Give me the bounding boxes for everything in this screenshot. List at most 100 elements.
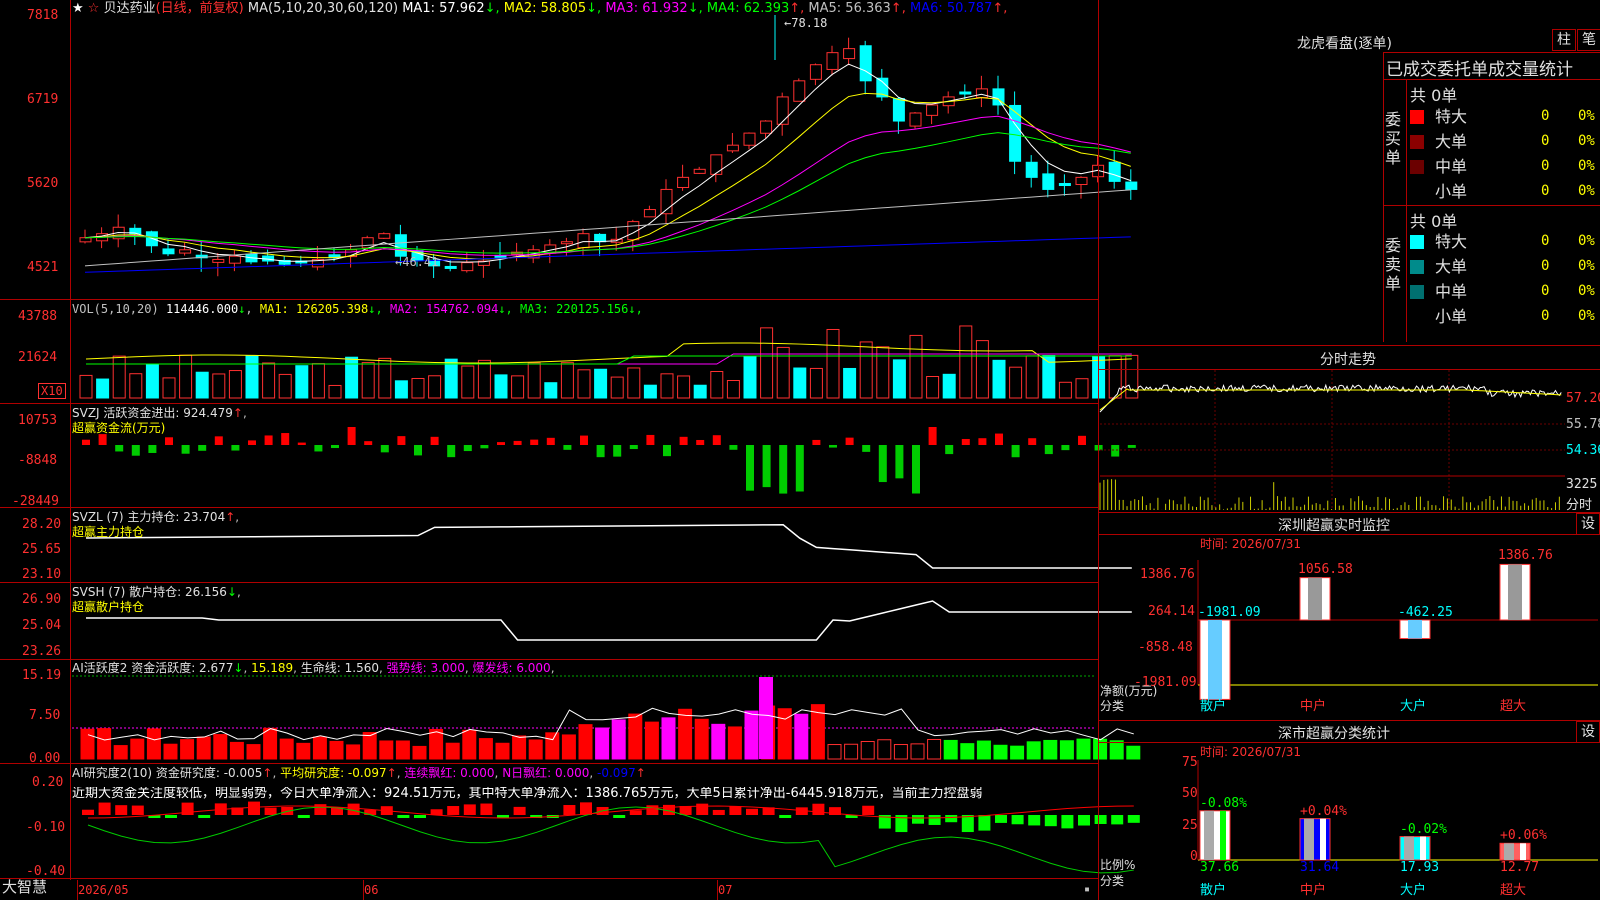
star-icon[interactable]: ★ xyxy=(72,1,84,16)
monitor-bar-shade xyxy=(1508,564,1522,620)
ai2-bar xyxy=(480,803,493,815)
ai1-bar xyxy=(1043,739,1058,760)
ai2-y-tick-2: -0.40 xyxy=(26,864,66,879)
ai1-bar xyxy=(229,741,244,760)
candle-body xyxy=(959,91,972,95)
svzj-bar xyxy=(1028,438,1037,445)
ai1-bar xyxy=(1126,745,1141,760)
left-border xyxy=(70,0,71,880)
svsh-sub: 超赢散户持仓 xyxy=(72,600,145,614)
ai1-bar xyxy=(495,742,510,760)
chart-canvas xyxy=(72,15,1598,874)
lock-icon[interactable]: ▪ xyxy=(1084,884,1090,895)
monitor-value-1: 1056.58 xyxy=(1298,561,1353,577)
svzj-bar xyxy=(580,435,588,445)
ai1-bar xyxy=(1010,745,1025,760)
order-swatch-2 xyxy=(1410,160,1424,174)
intraday-title: 分时走势 xyxy=(1320,352,1376,368)
ai2-bar xyxy=(463,804,476,815)
svzj-bar xyxy=(1061,445,1070,451)
candle-body xyxy=(909,112,922,127)
price-y-tick-2: 5620 xyxy=(27,176,59,191)
ai2-bar xyxy=(563,805,576,815)
vol-ma-3: MA3: 220125.156 xyxy=(520,302,629,316)
vol-ma3-line xyxy=(86,355,1132,365)
ai2-bar xyxy=(928,815,941,825)
volume-bar xyxy=(693,384,707,399)
svzj-y-tick-0: 10753 xyxy=(18,413,58,428)
volume-bar xyxy=(494,374,508,399)
volume-bar xyxy=(560,362,574,399)
candle-body xyxy=(975,88,988,98)
volume-bar xyxy=(892,359,906,399)
vertical-divider xyxy=(1098,0,1099,900)
divider-price-vol xyxy=(0,299,1098,300)
divider-svsh-ai1 xyxy=(0,659,1098,660)
svzj-bar xyxy=(978,438,987,445)
monitor-axis-label2: 分类 xyxy=(1100,699,1125,713)
ai2-header: AI研究度2(10) 资金研究度: -0.005↑, 平均研究度: -0.097… xyxy=(72,766,646,780)
ai1-bar xyxy=(976,740,991,760)
order-type-3: 小单 xyxy=(1435,307,1468,326)
svzj-bar xyxy=(878,445,887,483)
vol-y-tick-0: 43788 xyxy=(18,309,58,324)
xaxis-tick-1 xyxy=(363,880,364,900)
volume-bar xyxy=(594,368,608,399)
ai2-bar xyxy=(696,803,709,815)
candle-body xyxy=(560,241,573,245)
class-bar-accent xyxy=(1320,818,1326,860)
ai1-line xyxy=(87,707,1134,741)
class-y-1: 50 xyxy=(1182,786,1198,801)
svsh-header: SVSH (7) 散户持仓: 26.156↓, xyxy=(72,585,241,599)
ai2-bar xyxy=(1011,815,1024,825)
svzj-y-tick-1: -8848 xyxy=(18,453,58,468)
ai2-bar xyxy=(165,815,177,818)
vol-y-tick-1: 21624 xyxy=(18,350,58,365)
intraday-title-line xyxy=(1099,369,1600,370)
volume-bar xyxy=(411,377,425,399)
order-swatch-3 xyxy=(1410,310,1424,324)
candle-body xyxy=(577,233,590,249)
svzj-bar xyxy=(812,439,821,445)
ai1-bar xyxy=(1109,740,1124,760)
monitor-settings-button[interactable]: 设 xyxy=(1576,513,1600,535)
svsh-y-tick-1: 25.04 xyxy=(22,618,62,633)
ai1-bar xyxy=(794,713,809,760)
bar-mode-button[interactable]: 柱 xyxy=(1552,29,1576,51)
order-pct-3: 0% xyxy=(1578,183,1595,199)
ma10-line xyxy=(84,92,1131,260)
svzj-bar xyxy=(347,427,356,445)
ai2-bar xyxy=(862,805,875,815)
price-y-tick-1: 6719 xyxy=(27,92,59,107)
candle-body xyxy=(1075,176,1088,186)
svzj-bar xyxy=(513,440,522,445)
candle-body xyxy=(793,80,806,102)
order-qty-3: 0 xyxy=(1541,183,1550,199)
svzj-bar xyxy=(762,445,771,488)
buy-total: 共 0单 xyxy=(1410,86,1458,105)
pin-icon[interactable]: ☆ xyxy=(88,1,100,16)
monitor-time: 时间: 2026/07/31 xyxy=(1200,537,1302,551)
class-bar-accent xyxy=(1520,843,1526,860)
intraday-avg-line xyxy=(1099,388,1562,411)
class-cat-1: 中户 xyxy=(1300,883,1327,898)
volume-bar xyxy=(79,374,93,399)
class-bar-accent xyxy=(1420,836,1426,860)
svzj-bar xyxy=(115,445,124,452)
price-y-tick-0: 7818 xyxy=(27,8,59,23)
class-time: 时间: 2026/07/31 xyxy=(1200,745,1302,759)
volume-bar xyxy=(1009,366,1023,399)
period-label: (日线，前复权) xyxy=(155,1,244,16)
intraday-unit: 分时 xyxy=(1566,498,1593,513)
ai1-bar xyxy=(628,713,643,760)
tick-mode-button[interactable]: 笔 xyxy=(1577,29,1600,51)
class-bar-shade xyxy=(1204,810,1214,860)
svzj-bar xyxy=(546,437,555,445)
class-settings-button[interactable]: 设 xyxy=(1576,721,1600,743)
monitor-cat-2: 大户 xyxy=(1400,699,1427,714)
order-type-0: 特大 xyxy=(1435,107,1468,126)
svzj-bar xyxy=(397,436,406,445)
volume-bar xyxy=(743,355,757,399)
svzj-bar xyxy=(729,445,738,450)
monitor-y-0: 1386.76 xyxy=(1140,567,1195,582)
